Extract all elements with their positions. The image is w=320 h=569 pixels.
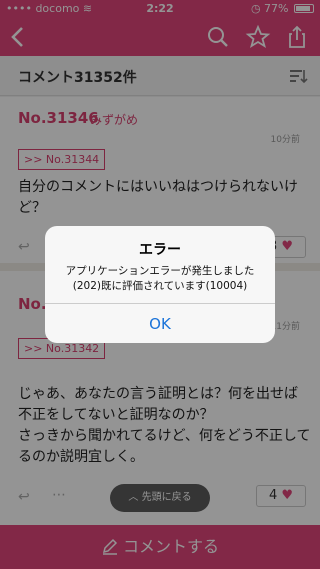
dialog-title: エラー <box>139 242 181 258</box>
error-dialog: エラー アプリケーションエラーが発生しました (202)既に評価されています(1… <box>45 226 275 343</box>
ok-button[interactable]: OK <box>45 303 275 343</box>
dialog-message: アプリケーションエラーが発生しました (202)既に評価されています(10004… <box>65 265 255 292</box>
